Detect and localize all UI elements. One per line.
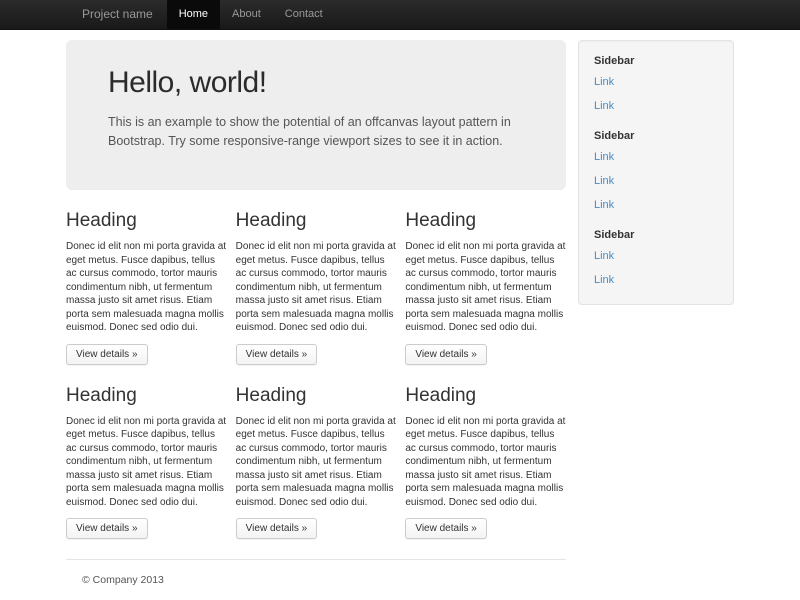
jumbotron-title: Hello, world!: [108, 66, 524, 100]
card-title: Heading: [66, 210, 227, 232]
card: Heading Donec id elit non mi porta gravi…: [66, 194, 227, 365]
card-body: Donec id elit non mi porta gravida at eg…: [66, 240, 227, 335]
view-details-button[interactable]: View details »: [236, 344, 318, 365]
sidebar-link[interactable]: Link: [579, 70, 733, 94]
card: Heading Donec id elit non mi porta gravi…: [405, 369, 566, 540]
view-details-button[interactable]: View details »: [236, 518, 318, 539]
card-body: Donec id elit non mi porta gravida at eg…: [66, 415, 227, 510]
footer: © Company 2013: [66, 559, 566, 586]
sidebar-link[interactable]: Link: [579, 145, 733, 169]
view-details-button[interactable]: View details »: [66, 518, 148, 539]
jumbotron: Hello, world! This is an example to show…: [66, 40, 566, 190]
sidebar: Sidebar Link Link Sidebar Link Link Link…: [578, 40, 734, 305]
sidebar-link[interactable]: Link: [579, 193, 733, 217]
card-title: Heading: [66, 385, 227, 407]
main-column: Hello, world! This is an example to show…: [66, 30, 566, 586]
card-body: Donec id elit non mi porta gravida at eg…: [405, 415, 566, 510]
card-body: Donec id elit non mi porta gravida at eg…: [236, 240, 397, 335]
card: Heading Donec id elit non mi porta gravi…: [236, 369, 397, 540]
page-container: Hello, world! This is an example to show…: [66, 30, 734, 586]
view-details-button[interactable]: View details »: [405, 344, 487, 365]
nav-item-home[interactable]: Home: [167, 0, 220, 29]
card-title: Heading: [405, 210, 566, 232]
footer-divider: [66, 559, 566, 560]
card: Heading Donec id elit non mi porta gravi…: [66, 369, 227, 540]
nav-item-contact[interactable]: Contact: [273, 0, 335, 29]
card: Heading Donec id elit non mi porta gravi…: [405, 194, 566, 365]
card-body: Donec id elit non mi porta gravida at eg…: [236, 415, 397, 510]
brand-link[interactable]: Project name: [66, 0, 167, 29]
main-nav: Home About Contact: [167, 0, 335, 29]
jumbotron-text: This is an example to show the potential…: [108, 113, 524, 152]
cards-row-2: Heading Donec id elit non mi porta gravi…: [66, 369, 566, 540]
sidebar-section-header: Sidebar: [579, 217, 733, 244]
navbar-container: Project name Home About Contact: [66, 0, 734, 29]
view-details-button[interactable]: View details »: [66, 344, 148, 365]
sidebar-section: Sidebar Link Link Link: [579, 118, 733, 217]
sidebar-link[interactable]: Link: [579, 268, 733, 292]
sidebar-link[interactable]: Link: [579, 94, 733, 118]
sidebar-section-header: Sidebar: [579, 118, 733, 145]
sidebar-section-header: Sidebar: [579, 49, 733, 70]
card: Heading Donec id elit non mi porta gravi…: [236, 194, 397, 365]
card-title: Heading: [236, 210, 397, 232]
navbar: Project name Home About Contact: [0, 0, 800, 30]
sidebar-section: Sidebar Link Link: [579, 217, 733, 292]
view-details-button[interactable]: View details »: [405, 518, 487, 539]
cards-row-1: Heading Donec id elit non mi porta gravi…: [66, 194, 566, 365]
card-title: Heading: [236, 385, 397, 407]
card-body: Donec id elit non mi porta gravida at eg…: [405, 240, 566, 335]
sidebar-section: Sidebar Link Link: [579, 49, 733, 118]
card-title: Heading: [405, 385, 566, 407]
copyright-text: © Company 2013: [66, 574, 566, 586]
sidebar-link[interactable]: Link: [579, 169, 733, 193]
sidebar-link[interactable]: Link: [579, 244, 733, 268]
nav-item-about[interactable]: About: [220, 0, 273, 29]
